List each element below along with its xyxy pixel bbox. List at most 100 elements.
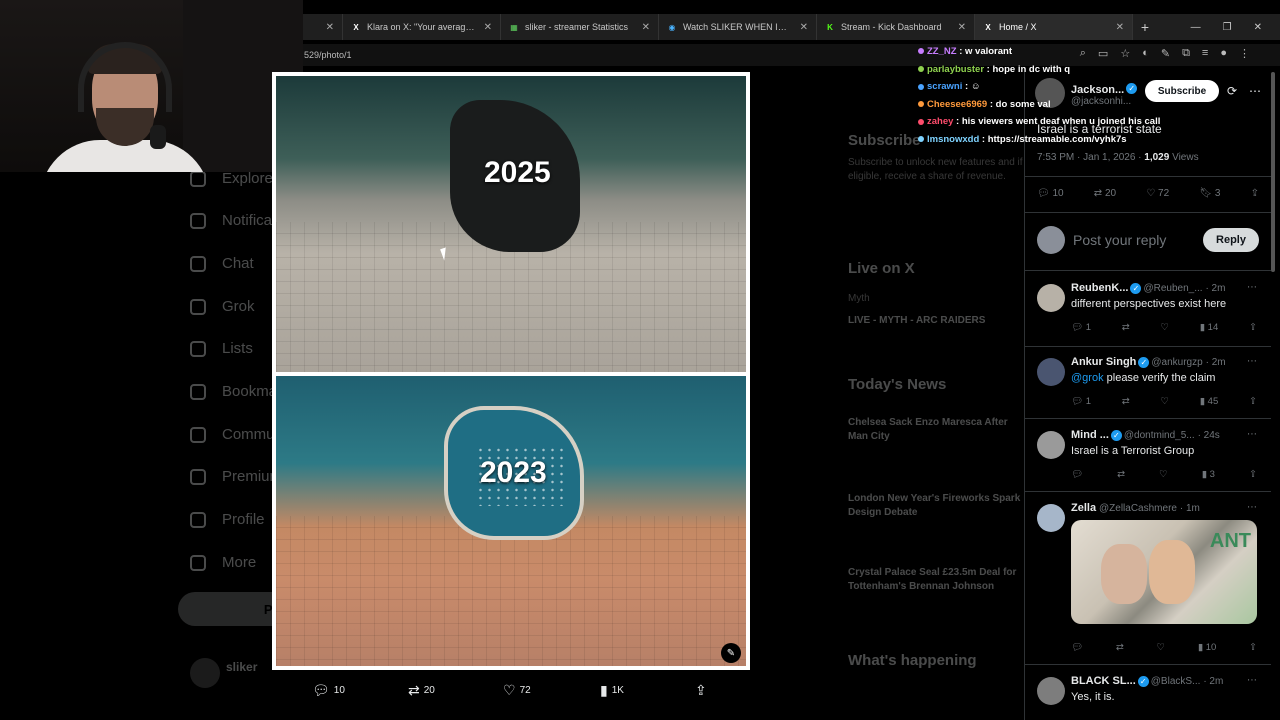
browser-tab[interactable]: ▦ sliker - streamer Statistics ✕ [501,14,659,40]
reply-item[interactable]: Zella @ZellaCashmere · 1m ⋯ ANT 💬︎ ⇄ ♡ ▮… [1025,500,1271,660]
reply-icon[interactable]: 💬︎ [1071,469,1083,480]
more-options-icon[interactable]: ⋯ [1249,84,1261,98]
views-chart-icon[interactable]: ▮ 45 [1200,396,1218,407]
browser-tab[interactable]: ◉ Watch SLIKER WHEN IT COMES✕ [659,14,817,40]
minimize-icon[interactable]: — [1191,22,1201,33]
reply-button[interactable]: Reply [1203,228,1259,252]
year-label-bottom: 2023 [480,456,547,489]
nav-grok[interactable]: Grok [190,298,255,315]
nav-chat[interactable]: Chat [190,255,254,272]
reply-composer[interactable]: Post your reply Reply [1037,224,1259,258]
close-tab-icon[interactable]: ✕ [1116,22,1124,33]
avatar [1037,504,1065,532]
share-icon[interactable]: ⇪ [1251,188,1259,199]
image-options-icon[interactable]: ✎ [721,643,741,663]
profile-icon[interactable]: ● [1220,47,1227,60]
scrollbar[interactable] [1271,72,1275,272]
repost-icon[interactable]: ⇄ [1122,322,1130,333]
reply-icon[interactable]: 💬︎ [1071,642,1083,653]
reply-item[interactable]: Ankur Singh ✓ @ankurgzp · 2m ⋯ @grok pleas… [1025,354,1271,418]
maximize-icon[interactable]: ❐ [1223,22,1232,33]
live-title[interactable]: LIVE - MYTH - ARC RAIDERS [848,314,1028,328]
x-logo-icon: X [353,22,359,32]
more-options-icon[interactable]: ⋯ [1247,429,1257,440]
reply-icon[interactable]: 💬︎ 1 [1071,396,1091,407]
chat-message: lmsnowxdd : https://streamable.com/vyhk7… [918,131,1198,149]
verified-badge-icon: ✓ [1110,429,1122,441]
browser-tab[interactable]: ✕ [303,14,343,40]
reply-image[interactable]: ANT [1071,520,1257,624]
new-tab-button[interactable]: + [1133,19,1157,35]
person-icon [190,511,206,528]
post-photo[interactable]: 2025 2023 ✎ [272,72,750,670]
nav-premium[interactable]: Premium [190,468,282,485]
repost-icon[interactable]: ⇄ [1116,642,1124,653]
more-options-icon[interactable]: ⋯ [1247,502,1257,513]
nav-lists[interactable]: Lists [190,340,253,357]
news-item[interactable]: Chelsea Sack Enzo Maresca After Man City [848,416,1028,444]
heart-icon[interactable]: ♡ [1161,322,1170,333]
news-item[interactable]: London New Year's Fireworks Spark Design… [848,492,1028,520]
account-avatar[interactable] [190,658,220,688]
share-icon[interactable]: ⇪ [1249,469,1257,480]
nav-explore[interactable]: Explore [190,170,273,187]
menu-icon[interactable]: ⋮ [1239,47,1250,60]
repost-icon[interactable]: ⇄ [1117,469,1125,480]
reply-icon[interactable]: 💬︎ 1 [1071,322,1091,333]
views-action[interactable]: ▮ 1K [600,682,624,699]
grok-icon[interactable]: ⟳ [1227,84,1237,98]
share-icon[interactable]: ⇪ [1249,396,1257,407]
more-options-icon[interactable]: ⋯ [1247,282,1257,293]
live-user: Myth [848,293,870,304]
post-meta: 7:53 PM · Jan 1, 2026 · 1,029 Views [1037,152,1199,163]
heart-icon[interactable]: ♡ [1157,642,1166,653]
browser-tab-active[interactable]: X Home / X ✕ [975,14,1133,40]
heart-icon[interactable]: ♡ [1161,396,1170,407]
share-action[interactable]: ⇪ [695,682,707,699]
heart-icon[interactable]: ♡ [1159,469,1168,480]
more-options-icon[interactable]: ⋯ [1247,675,1257,686]
reply-action[interactable]: 💬︎ 10 [312,682,345,699]
browser-tab[interactable]: X Klara on X: "Your average large✕ [343,14,501,40]
people-icon [190,426,206,443]
repost-count[interactable]: ⇄ 20 [1094,188,1116,199]
reply-item[interactable]: ReubenK... ✓ @Reuben_... · 2m ⋯ different … [1025,280,1271,344]
like-action[interactable]: ♡ 72 [503,682,531,699]
views-chart-icon[interactable]: ▮ 3 [1202,469,1215,480]
reply-item[interactable]: Mind ... ✓ @dontmind_5... · 24s ⋯ Israel i… [1025,427,1271,491]
share-icon[interactable]: ⇪ [1249,642,1257,653]
year-label-top: 2025 [484,156,551,189]
repost-icon[interactable]: ⇄ [1122,396,1130,407]
views-chart-icon[interactable]: ▮ 10 [1198,642,1216,653]
emote-icon: ☺ [970,81,981,93]
share-icon[interactable]: ⇪ [1249,322,1257,333]
nav-more[interactable]: More [190,554,256,571]
reply-count[interactable]: 💬︎ 10 [1037,188,1064,199]
like-count[interactable]: ♡ 72 [1146,188,1169,199]
close-window-icon[interactable]: ✕ [1254,22,1262,33]
more-options-icon[interactable]: ⋯ [1247,356,1257,367]
media-icon[interactable]: ≡ [1202,47,1208,60]
browser-tab[interactable]: K Stream - Kick Dashboard ✕ [817,14,975,40]
mail-icon [190,255,206,272]
repost-action[interactable]: ⇄ 20 [408,682,435,699]
account-name: sliker [226,660,258,674]
avatar [1037,677,1065,705]
views-chart-icon[interactable]: ▮ 14 [1200,322,1218,333]
news-item[interactable]: Crystal Palace Seal £23.5m Deal for Tott… [848,566,1028,594]
bookmark-count[interactable]: 🔖︎ 3 [1199,188,1220,199]
close-tab-icon[interactable]: ✕ [642,22,650,33]
watch-icon: ◉ [668,22,676,32]
nav-profile[interactable]: Profile [190,511,265,528]
mention-link[interactable]: @grok [1071,372,1104,384]
reply-item[interactable]: BLACK SL... ✓ @BlackS... · 2m ⋯ Yes, it is… [1025,673,1271,719]
close-tab-icon[interactable]: ✕ [800,22,808,33]
stream-chat-overlay: ZZ_NZ : w valorant parlaybuster : hope i… [918,43,1198,149]
news-heading: Today's News [848,376,947,393]
reply-input[interactable]: Post your reply [1073,232,1166,248]
x-logo-icon [190,468,206,485]
close-tab-icon[interactable]: ✕ [326,22,334,33]
close-tab-icon[interactable]: ✕ [958,22,966,33]
microphone-icon [150,125,166,149]
close-tab-icon[interactable]: ✕ [484,22,492,33]
